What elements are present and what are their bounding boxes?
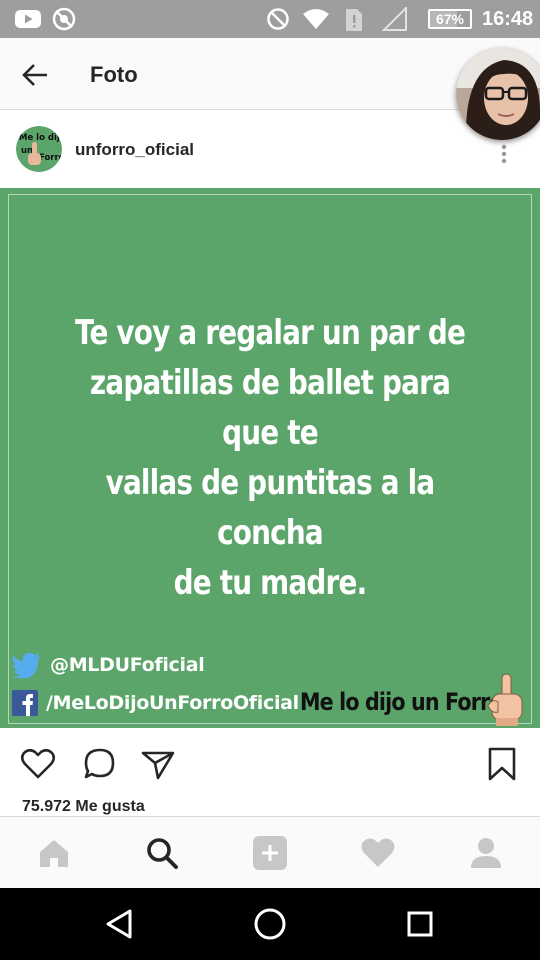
twitter-handle-row: @MLDUFoficial	[12, 652, 205, 678]
facebook-icon	[12, 690, 38, 716]
youtube-icon	[15, 10, 41, 28]
post-author-avatar[interactable]: Me lo dijo un Forro	[16, 126, 62, 172]
sim-alert-icon	[346, 9, 362, 31]
quote-line: Te voy a regalar un par de	[74, 313, 466, 353]
clock: 16:48	[482, 8, 534, 30]
search-icon[interactable]	[144, 835, 180, 871]
battery-indicator: 67%	[428, 9, 472, 29]
post-username[interactable]: unforro_oficial	[75, 140, 194, 160]
signal-icon	[382, 7, 407, 31]
profile-photo	[456, 48, 540, 140]
add-icon[interactable]	[252, 835, 288, 871]
bottom-tab-bar	[0, 816, 540, 888]
arrow-left-icon[interactable]	[20, 60, 50, 90]
vertical-dots-icon[interactable]	[494, 144, 514, 164]
battery-percent: 67%	[435, 11, 465, 27]
middle-finger-hand-icon	[487, 673, 523, 726]
share-icon[interactable]	[140, 746, 176, 782]
post-image[interactable]: Te voy a regalar un par de zapatillas de…	[0, 188, 540, 728]
twitter-handle: @MLDUFoficial	[50, 654, 205, 676]
no-camera-icon	[52, 7, 76, 31]
heart-icon[interactable]	[20, 746, 56, 782]
home-icon[interactable]	[36, 835, 72, 871]
brand-watermark: Me lo dijo un Forro	[300, 688, 504, 716]
activity-heart-icon[interactable]	[360, 835, 396, 871]
recents-square-icon[interactable]	[402, 906, 438, 942]
android-nav-bar	[0, 888, 540, 960]
facebook-handle-row: /MeLoDijoUnForroOficial	[12, 690, 299, 716]
profile-icon[interactable]	[468, 835, 504, 871]
status-bar: 67% 16:48	[0, 0, 540, 38]
chat-head-avatar[interactable]	[456, 48, 540, 140]
bookmark-icon[interactable]	[484, 746, 520, 782]
avatar-logo: Me lo dijo un Forro	[16, 126, 62, 172]
post-header: Me lo dijo un Forro unforro_oficial	[0, 110, 540, 188]
twitter-icon	[12, 652, 41, 678]
facebook-handle: /MeLoDijoUnForroOficial	[46, 692, 299, 714]
like-count[interactable]: 75.972 Me gusta	[22, 798, 145, 816]
page-title: Foto	[90, 62, 138, 87]
quote-line: zapatillas de ballet para que te	[89, 363, 451, 453]
quote-text: Te voy a regalar un par de zapatillas de…	[65, 308, 475, 608]
quote-line: vallas de puntitas a la concha	[105, 463, 436, 553]
back-triangle-icon[interactable]	[102, 906, 138, 942]
avatar-text-3: Forro	[39, 153, 62, 163]
home-circle-icon[interactable]	[252, 906, 288, 942]
quote-line: de tu madre.	[173, 563, 368, 603]
wifi-icon	[303, 9, 329, 29]
comment-icon[interactable]	[82, 746, 118, 782]
do-not-disturb-icon	[267, 8, 289, 30]
avatar-text-1: Me lo dijo	[19, 133, 62, 143]
post-actions	[0, 728, 540, 798]
